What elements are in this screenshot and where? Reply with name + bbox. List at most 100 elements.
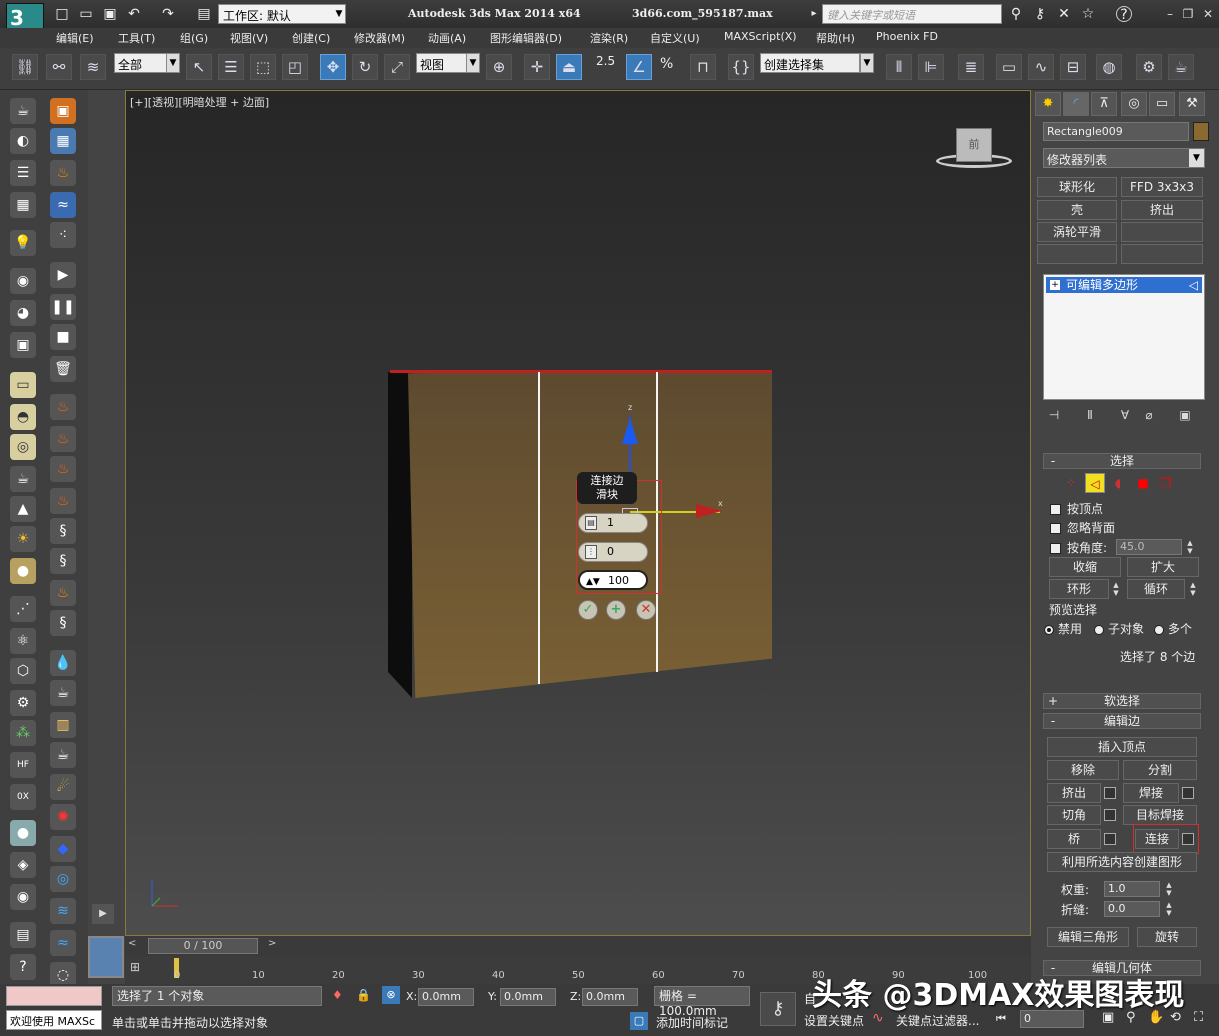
pinch-field[interactable]: ⋮ 0 xyxy=(578,542,648,562)
clipboard-icon[interactable]: ▤ xyxy=(10,922,36,948)
torus-icon[interactable]: ◎ xyxy=(10,434,36,460)
x-coord-field[interactable]: 0.0mm xyxy=(418,988,474,1006)
ball-icon[interactable]: ● xyxy=(10,820,36,846)
new-file-icon[interactable]: □ xyxy=(54,6,70,22)
vertex-mode-icon[interactable]: ⁘ xyxy=(1061,473,1081,493)
mirror-icon[interactable]: ⫴ xyxy=(886,54,912,80)
search-input[interactable]: 键入关键字或短语 xyxy=(822,4,1002,24)
expand-plus-icon[interactable]: + xyxy=(1050,280,1060,290)
selection-filter-select[interactable]: 全部 xyxy=(114,53,168,73)
y-coord-field[interactable]: 0.0mm xyxy=(500,988,556,1006)
project-folder-icon[interactable]: ▤ xyxy=(196,6,212,22)
next-frame-icon[interactable]: > xyxy=(268,938,284,954)
mod-btn-empty-2[interactable] xyxy=(1037,244,1117,264)
hemisphere-icon[interactable]: ◓ xyxy=(10,404,36,430)
show-end-result-icon[interactable]: Ⅱ xyxy=(1081,406,1099,424)
gear-icon[interactable]: ⚙ xyxy=(10,690,36,716)
chevron-right-icon[interactable]: ▸ xyxy=(806,6,822,22)
polygon-mode-icon[interactable]: ■ xyxy=(1133,473,1153,493)
edit-triangulation-button[interactable]: 编辑三角形 xyxy=(1047,927,1129,947)
absolute-mode-icon[interactable]: ⊗ xyxy=(382,986,400,1004)
video-icon[interactable]: ▣ xyxy=(10,332,36,358)
make-unique-icon[interactable]: ∀ xyxy=(1116,406,1134,424)
checkbox-box[interactable] xyxy=(1050,523,1061,534)
menu-views[interactable]: 视图(V) xyxy=(230,30,268,46)
water-icon[interactable]: ≈ xyxy=(50,192,76,218)
menu-maxscript[interactable]: MAXScript(X) xyxy=(724,30,797,43)
rect-selection-icon[interactable]: ⬚ xyxy=(250,54,276,80)
isolate-icon[interactable]: ♦ xyxy=(332,988,343,1002)
configure-sets-icon[interactable]: ▣ xyxy=(1176,406,1194,424)
ox-icon[interactable]: 0X xyxy=(10,784,36,810)
mesh-icon[interactable]: ⬡ xyxy=(10,658,36,684)
mod-btn-spherify[interactable]: 球形化 xyxy=(1037,177,1117,197)
target-weld-button[interactable]: 目标焊接 xyxy=(1123,805,1197,825)
open-file-icon[interactable]: ▭ xyxy=(78,6,94,22)
by-angle-checkbox[interactable]: 按角度: xyxy=(1050,539,1107,556)
weight-arrows-icon[interactable]: ▲ ▼ xyxy=(1163,881,1175,897)
smoke1-icon[interactable]: § xyxy=(50,518,76,544)
split-button[interactable]: 分割 xyxy=(1123,760,1197,780)
slide-field[interactable]: ▲▼ 100 xyxy=(578,570,648,590)
minimize-icon[interactable]: – xyxy=(1162,6,1178,22)
weld-button[interactable]: 焊接 xyxy=(1123,783,1179,803)
teapot-prim-icon[interactable]: ☕ xyxy=(10,466,36,492)
expand-arrow-icon[interactable]: ▶ xyxy=(92,904,114,924)
insert-vertex-button[interactable]: 插入顶点 xyxy=(1047,737,1197,757)
weld-settings-icon[interactable] xyxy=(1182,787,1194,799)
viewcube[interactable]: 前 xyxy=(956,128,992,162)
spinner-arrows-icon[interactable]: ▲ ▼ xyxy=(1184,539,1196,555)
wave-icon[interactable]: ◎ xyxy=(50,866,76,892)
window-crossing-icon[interactable]: ◰ xyxy=(282,54,308,80)
maximize-viewport-icon[interactable]: ⛶ xyxy=(1194,1010,1203,1025)
unlink-icon[interactable]: ⚯ xyxy=(46,54,72,80)
scene-explorer-icon[interactable]: ☰ xyxy=(10,160,36,186)
grow-button[interactable]: 扩大 xyxy=(1127,557,1199,577)
extrude-settings-icon[interactable] xyxy=(1104,787,1116,799)
molecule-icon[interactable]: ⚛ xyxy=(10,628,36,654)
smoke2-icon[interactable]: § xyxy=(50,548,76,574)
stop-icon[interactable]: ■ xyxy=(50,324,76,350)
ring-button[interactable]: 环形 xyxy=(1049,579,1109,599)
utilities-tab-icon[interactable]: ⚒ xyxy=(1179,92,1205,116)
motion-tab-icon[interactable]: ◎ xyxy=(1121,92,1147,116)
fire5-icon[interactable]: ♨ xyxy=(50,580,76,606)
pin-stack-icon[interactable]: ⊣ xyxy=(1045,406,1063,424)
layer-icon[interactable]: ▦ xyxy=(10,192,36,218)
select-manipulate-icon[interactable]: ✛ xyxy=(524,54,550,80)
mod-btn-shell[interactable]: 壳 xyxy=(1037,200,1117,220)
pour-icon[interactable]: ☄ xyxy=(50,774,76,800)
restore-icon[interactable]: ❐ xyxy=(1180,6,1196,22)
preview-off-radio[interactable]: 禁用 xyxy=(1044,620,1082,637)
star-icon[interactable]: ☆ xyxy=(1080,6,1096,22)
menu-customize[interactable]: 自定义(U) xyxy=(650,30,700,46)
render-setup-icon[interactable]: ⚙ xyxy=(1136,54,1162,80)
chevron-down-icon[interactable]: ▼ xyxy=(166,53,180,73)
ring-spinner-icon[interactable]: ▲ ▼ xyxy=(1110,581,1122,597)
time-slider[interactable]: 0 / 100 xyxy=(148,938,258,954)
grid-icon[interactable]: ⋰ xyxy=(10,596,36,622)
modifier-list-select[interactable]: 修改器列表 xyxy=(1043,148,1205,168)
modify-tab-icon[interactable]: ◜ xyxy=(1063,92,1089,116)
hf-icon[interactable]: HF xyxy=(10,752,36,778)
angle-snap-icon[interactable]: ∠ xyxy=(626,54,652,80)
keyboard-shortcut-override-icon[interactable]: ⏏ xyxy=(556,54,582,80)
menu-phoenix-fd[interactable]: Phoenix FD xyxy=(876,30,938,43)
weight-spinner[interactable]: 1.0 xyxy=(1104,881,1160,897)
coffee-icon[interactable]: ☕ xyxy=(50,742,76,768)
spinner-snap-icon[interactable]: ⊓ xyxy=(690,54,716,80)
hierarchy-tab-icon[interactable]: ⊼ xyxy=(1091,92,1117,116)
trash-icon[interactable]: 🗑 xyxy=(50,356,76,382)
viewport-thumbnail[interactable] xyxy=(88,936,124,978)
menu-tools[interactable]: 工具(T) xyxy=(118,30,155,46)
menu-graph-editors[interactable]: 图形编辑器(D) xyxy=(490,30,562,46)
set-key-big-icon[interactable]: ⚷ xyxy=(760,992,796,1026)
pivot-center-icon[interactable]: ⊕ xyxy=(486,54,512,80)
undo-icon[interactable]: ↶ xyxy=(126,6,142,22)
render-teapot-icon[interactable]: ☕ xyxy=(1168,54,1194,80)
binoculars-icon[interactable]: ⚲ xyxy=(1008,6,1024,22)
bind-spacewarp-icon[interactable]: ≋ xyxy=(80,54,106,80)
percent-snap-icon[interactable]: % xyxy=(660,56,673,72)
edit-edges-rollout-header[interactable]: - 编辑边 xyxy=(1043,713,1201,729)
shrink-button[interactable]: 收缩 xyxy=(1049,557,1121,577)
